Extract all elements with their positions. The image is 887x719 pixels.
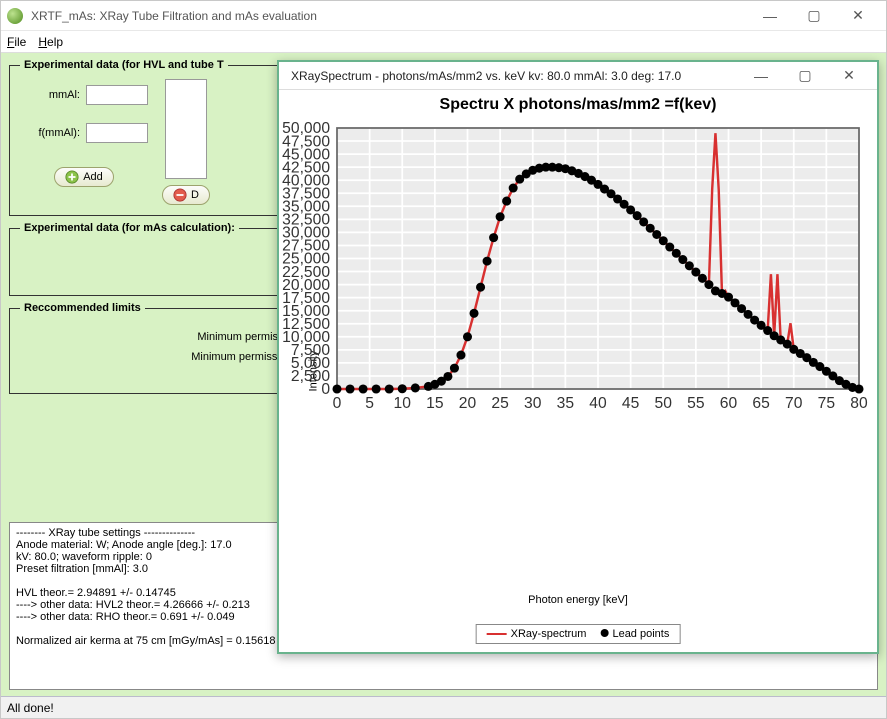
maximize-button[interactable]: ▢ <box>792 2 836 30</box>
svg-text:65: 65 <box>752 395 770 412</box>
svg-text:70: 70 <box>785 395 803 412</box>
spectrum-titlebar[interactable]: XRaySpectrum - photons/mAs/mm2 vs. keV k… <box>279 62 877 90</box>
add-button[interactable]: Add <box>54 167 114 187</box>
legend-line-icon <box>487 633 507 635</box>
svg-text:10: 10 <box>394 395 412 412</box>
svg-text:60: 60 <box>720 395 738 412</box>
svg-text:40: 40 <box>589 395 607 412</box>
input-fmmal[interactable] <box>86 123 148 143</box>
minimize-button[interactable]: — <box>748 2 792 30</box>
chart-legend: XRay-spectrum Lead points <box>476 624 681 644</box>
menu-help[interactable]: Help <box>38 35 63 49</box>
svg-text:50,000: 50,000 <box>282 120 330 137</box>
label-mmal: mmAl: <box>20 89 80 101</box>
minus-icon <box>173 188 187 202</box>
main-title: XRTF_mAs: XRay Tube Filtration and mAs e… <box>31 9 748 23</box>
svg-text:35: 35 <box>557 395 575 412</box>
x-axis-label: Photon energy [keV] <box>279 594 877 606</box>
input-mmal[interactable] <box>86 85 148 105</box>
exp-data-list[interactable] <box>165 79 207 179</box>
svg-text:0: 0 <box>333 395 342 412</box>
svg-text:25: 25 <box>491 395 509 412</box>
group-exp-mas-legend: Experimental data (for mAs calculation): <box>20 222 239 234</box>
legend-dot-icon <box>600 629 608 637</box>
svg-text:75: 75 <box>818 395 836 412</box>
svg-text:20: 20 <box>459 395 477 412</box>
status-text: All done! <box>7 701 54 715</box>
svg-text:30: 30 <box>524 395 542 412</box>
menubar: File Help <box>1 31 886 53</box>
chart-plot: 0510152025303540455055606570758002,5005,… <box>337 128 859 389</box>
legend-series-label: XRay-spectrum <box>511 628 587 640</box>
legend-points-label: Lead points <box>612 628 669 640</box>
maximize-button[interactable]: ▢ <box>783 62 827 90</box>
chart-area: Spectru X photons/mas/mm2 =f(kev) Intens… <box>279 90 877 652</box>
close-button[interactable]: ✕ <box>836 2 880 30</box>
group-reclimits-legend: Reccommended limits <box>20 302 145 314</box>
spectrum-title: XRaySpectrum - photons/mAs/mm2 vs. keV k… <box>291 69 739 83</box>
spectrum-window[interactable]: XRaySpectrum - photons/mAs/mm2 vs. keV k… <box>277 60 879 654</box>
add-button-label: Add <box>83 171 103 183</box>
main-titlebar[interactable]: XRTF_mAs: XRay Tube Filtration and mAs e… <box>1 1 886 31</box>
svg-text:45: 45 <box>622 395 640 412</box>
svg-text:15: 15 <box>426 395 444 412</box>
statusbar: All done! <box>1 696 886 718</box>
svg-text:50: 50 <box>655 395 673 412</box>
svg-text:80: 80 <box>850 395 868 412</box>
plus-icon <box>65 170 79 184</box>
main-window-controls: — ▢ ✕ <box>748 2 880 30</box>
spectrum-window-controls: — ▢ ✕ <box>739 62 871 90</box>
delete-button-label: D <box>191 189 199 201</box>
svg-text:55: 55 <box>687 395 705 412</box>
delete-button[interactable]: D <box>162 185 210 205</box>
svg-text:5: 5 <box>365 395 374 412</box>
close-button[interactable]: ✕ <box>827 62 871 90</box>
minimize-button[interactable]: — <box>739 62 783 90</box>
chart-title: Spectru X photons/mas/mm2 =f(kev) <box>279 90 877 116</box>
menu-file[interactable]: File <box>7 35 26 49</box>
label-fmmal: f(mmAl): <box>20 127 80 139</box>
app-icon <box>7 8 23 24</box>
group-exp-hvl-legend: Experimental data (for HVL and tube T <box>20 59 228 71</box>
